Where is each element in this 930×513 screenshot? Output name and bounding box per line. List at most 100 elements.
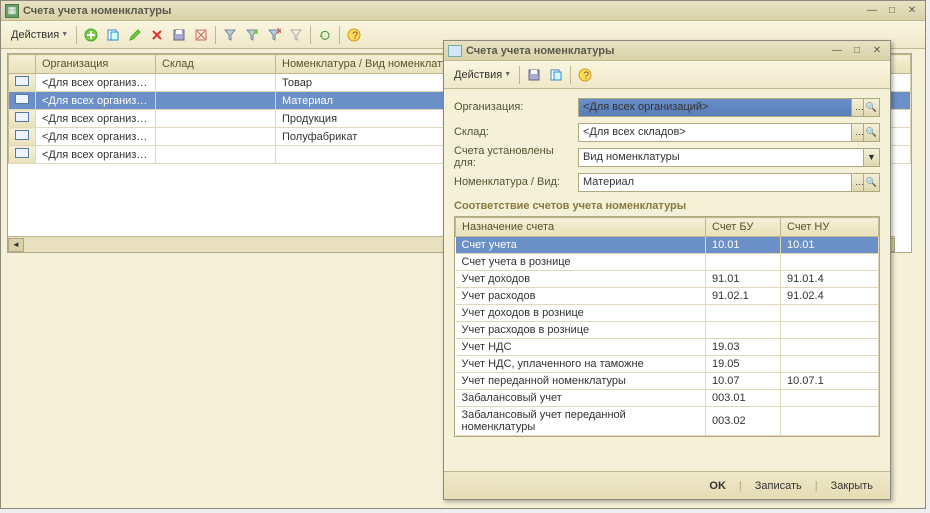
cell-bu[interactable]: 10.01 (706, 237, 781, 254)
cell-purpose[interactable]: Учет расходов в рознице (456, 322, 706, 339)
col-purpose[interactable]: Назначение счета (456, 218, 706, 237)
table-row[interactable]: Забалансовый учет003.01 (456, 390, 879, 407)
row-indicator-icon (9, 74, 36, 92)
cell-nu[interactable] (781, 305, 879, 322)
cell-bu[interactable] (706, 305, 781, 322)
delete-button[interactable] (147, 25, 167, 45)
cell-bu[interactable]: 91.02.1 (706, 288, 781, 305)
cell-purpose[interactable]: Счет учета в рознице (456, 254, 706, 271)
cell-nu[interactable] (781, 322, 879, 339)
cell-nu[interactable]: 91.02.4 (781, 288, 879, 305)
cell-purpose[interactable]: Учет доходов (456, 271, 706, 288)
table-row[interactable]: Забалансовый учет переданной номенклатур… (456, 407, 879, 436)
cell-purpose[interactable]: Счет учета (456, 237, 706, 254)
cell-purpose[interactable]: Забалансовый учет (456, 390, 706, 407)
cell-bu[interactable]: 19.05 (706, 356, 781, 373)
cell-purpose[interactable]: Учет расходов (456, 288, 706, 305)
cell-sklad[interactable] (156, 92, 276, 110)
dialog-copy-button[interactable] (546, 65, 566, 85)
mark-button[interactable] (191, 25, 211, 45)
section-title: Соответствие счетов учета номенклатуры (454, 200, 880, 212)
row-indicator-icon (9, 128, 36, 146)
filter-3-button[interactable]: x (264, 25, 284, 45)
dialog-minimize-button[interactable]: ― (828, 44, 846, 58)
table-row[interactable]: Учет расходов91.02.191.02.4 (456, 288, 879, 305)
cell-bu[interactable]: 003.01 (706, 390, 781, 407)
cell-purpose[interactable]: Забалансовый учет переданной номенклатур… (456, 407, 706, 436)
copy-button[interactable] (103, 25, 123, 45)
nom-field[interactable]: Материал … 🔍 (578, 173, 880, 192)
search-button[interactable]: 🔍 (863, 174, 879, 191)
search-button[interactable]: 🔍 (863, 99, 879, 116)
org-field[interactable]: <Для всех организаций> … 🔍 (578, 98, 880, 117)
add-button[interactable] (81, 25, 101, 45)
dialog-close-button[interactable]: ✕ (868, 44, 886, 58)
filter-2-button[interactable] (242, 25, 262, 45)
col-org[interactable]: Организация (36, 55, 156, 74)
close-button[interactable]: ✕ (903, 4, 921, 18)
filter-1-button[interactable] (220, 25, 240, 45)
cell-org[interactable]: <Для всех организ… (36, 92, 156, 110)
cell-purpose[interactable]: Учет переданной номенклатуры (456, 373, 706, 390)
table-row[interactable]: Учет переданной номенклатуры10.0710.07.1 (456, 373, 879, 390)
cell-bu[interactable] (706, 322, 781, 339)
table-row[interactable]: Учет НДС19.03 (456, 339, 879, 356)
cell-sklad[interactable] (156, 128, 276, 146)
maximize-button[interactable]: □ (883, 4, 901, 18)
ok-button[interactable]: OK (700, 477, 735, 495)
cell-purpose[interactable]: Учет НДС (456, 339, 706, 356)
table-row[interactable]: Учет доходов91.0191.01.4 (456, 271, 879, 288)
cell-nu[interactable] (781, 390, 879, 407)
cell-bu[interactable]: 19.03 (706, 339, 781, 356)
dialog-save-button[interactable] (524, 65, 544, 85)
cell-nu[interactable]: 10.01 (781, 237, 879, 254)
cell-org[interactable]: <Для всех организ… (36, 74, 156, 92)
cell-purpose[interactable]: Учет НДС, уплаченного на таможне (456, 356, 706, 373)
accounts-grid[interactable]: Назначение счета Счет БУ Счет НУ Счет уч… (454, 216, 880, 437)
col-sklad[interactable]: Склад (156, 55, 276, 74)
cell-org[interactable]: <Для всех организ… (36, 128, 156, 146)
cell-bu[interactable]: 10.07 (706, 373, 781, 390)
cell-sklad[interactable] (156, 146, 276, 164)
cell-nu[interactable]: 91.01.4 (781, 271, 879, 288)
save-button[interactable] (169, 25, 189, 45)
cell-bu[interactable]: 003.02 (706, 407, 781, 436)
svg-text:x: x (277, 28, 281, 37)
cell-bu[interactable] (706, 254, 781, 271)
search-button[interactable]: 🔍 (863, 124, 879, 141)
cell-org[interactable]: <Для всех организ… (36, 146, 156, 164)
cell-sklad[interactable] (156, 74, 276, 92)
cell-nu[interactable]: 10.07.1 (781, 373, 879, 390)
dropdown-button[interactable]: ▼ (863, 149, 879, 166)
write-button[interactable]: Записать (746, 477, 811, 495)
table-row[interactable]: Учет расходов в рознице (456, 322, 879, 339)
table-row[interactable]: Учет НДС, уплаченного на таможне19.05 (456, 356, 879, 373)
table-row[interactable]: Счет учета в рознице (456, 254, 879, 271)
cell-nu[interactable] (781, 407, 879, 436)
cell-sklad[interactable] (156, 110, 276, 128)
minimize-button[interactable]: ― (863, 4, 881, 18)
scroll-left-button[interactable]: ◄ (8, 238, 24, 252)
cancel-button[interactable]: Закрыть (822, 477, 882, 495)
sklad-field[interactable]: <Для всех складов> … 🔍 (578, 123, 880, 142)
col-nu[interactable]: Счет НУ (781, 218, 879, 237)
cell-org[interactable]: <Для всех организ… (36, 110, 156, 128)
refresh-button[interactable] (315, 25, 335, 45)
cell-bu[interactable]: 91.01 (706, 271, 781, 288)
edit-button[interactable] (125, 25, 145, 45)
col-bu[interactable]: Счет БУ (706, 218, 781, 237)
actions-menu[interactable]: Действия▼ (7, 25, 72, 45)
cell-nu[interactable] (781, 356, 879, 373)
dialog-title-bar: Счета учета номенклатуры ― □ ✕ (444, 41, 890, 61)
table-row[interactable]: Счет учета10.0110.01 (456, 237, 879, 254)
filter-clear-button[interactable] (286, 25, 306, 45)
table-row[interactable]: Учет доходов в рознице (456, 305, 879, 322)
dialog-maximize-button[interactable]: □ (848, 44, 866, 58)
help-button[interactable]: ? (344, 25, 364, 45)
cell-purpose[interactable]: Учет доходов в рознице (456, 305, 706, 322)
dialog-help-button[interactable]: ? (575, 65, 595, 85)
dialog-actions-menu[interactable]: Действия▼ (450, 65, 515, 85)
cell-nu[interactable] (781, 254, 879, 271)
ustfor-field[interactable]: Вид номенклатуры ▼ (578, 148, 880, 167)
cell-nu[interactable] (781, 339, 879, 356)
